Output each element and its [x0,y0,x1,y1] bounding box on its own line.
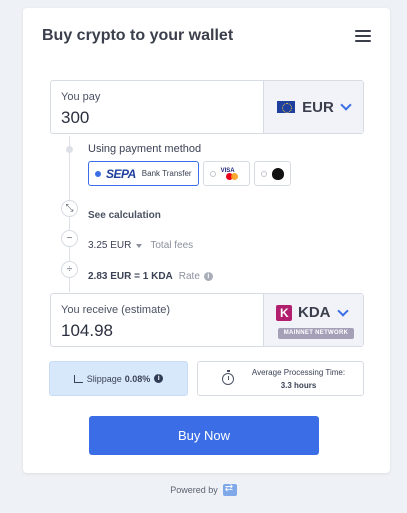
processing-time-text: Average Processing Time: 3.3 hours [234,366,363,392]
fee-row: 3.25 EUR Total fees [88,240,193,251]
slippage-value: 0.08% [124,373,151,384]
slippage-box[interactable]: Slippage 0.08% i [49,361,188,396]
payment-option-apple-pay[interactable] [253,161,291,186]
kda-currency-row: KDA [276,304,349,321]
sepa-label: Bank Transfer [141,169,192,178]
receive-currency-select[interactable]: KDA MAINNET NETWORK [263,294,363,346]
payment-method-options: SEPA Bank Transfer VISA [88,161,291,186]
radio-unselected [209,170,216,177]
processing-label: Average Processing Time: [251,367,346,377]
receive-currency-code: KDA [298,304,331,321]
info-icon[interactable]: i [203,272,213,281]
minus-icon: − [61,230,78,247]
rate-label: Rate [178,271,200,282]
buy-widget-card: Buy crypto to your wallet You pay EUR Us… [23,8,390,473]
pay-currency-code: EUR [302,98,334,116]
powered-by-label: Powered by [170,485,218,495]
rate-value: 2.83 EUR = 1 KDA [88,271,173,282]
eu-flag-icon [277,101,296,113]
buy-now-button[interactable]: Buy Now [89,416,319,455]
stopwatch-icon [222,369,234,385]
divide-icon: ÷ [61,261,78,278]
rate-row: 2.83 EUR = 1 KDA Rate i [88,271,213,282]
radio-unselected [260,170,267,177]
powered-by-footer: Powered by [0,483,407,496]
receive-field: You receive (estimate) KDA MAINNET NETWO… [50,293,364,347]
radio-selected [95,170,101,177]
chart-icon [73,374,83,383]
pay-label: You pay [61,91,101,103]
hamburger-menu-icon[interactable] [355,30,371,42]
kda-logo-icon [276,304,292,321]
visa-mastercard-icon: VISA [221,168,243,180]
collapse-arrows-icon[interactable]: ⤡ [61,200,78,217]
sepa-logo-icon: SEPA [106,166,136,181]
receive-amount-input [61,321,251,341]
page-title: Buy crypto to your wallet [42,27,234,44]
pay-currency-select[interactable]: EUR [263,81,363,133]
pay-amount-input[interactable] [61,108,251,128]
see-calculation-link[interactable]: See calculation [88,210,161,221]
pay-field: You pay EUR [50,80,364,134]
provider-logo-icon[interactable] [222,483,237,496]
network-badge: MAINNET NETWORK [278,328,354,339]
processing-time-box: Average Processing Time: 3.3 hours [197,361,364,396]
caret-down-icon[interactable] [136,243,143,248]
info-icon[interactable]: i [154,374,164,383]
timeline-dot [66,146,73,153]
payment-option-sepa[interactable]: SEPA Bank Transfer [88,161,199,186]
receive-label: You receive (estimate) [61,304,171,316]
chevron-down-icon [336,304,349,317]
payment-method-label: Using payment method [88,143,202,155]
fee-label: Total fees [150,240,194,251]
chevron-down-icon [340,99,352,111]
fee-amount: 3.25 EUR [88,240,132,251]
apple-icon [271,167,284,180]
payment-option-card[interactable]: VISA [202,161,250,186]
slippage-label: Slippage [86,373,122,384]
processing-value: 3.3 hours [280,380,317,390]
